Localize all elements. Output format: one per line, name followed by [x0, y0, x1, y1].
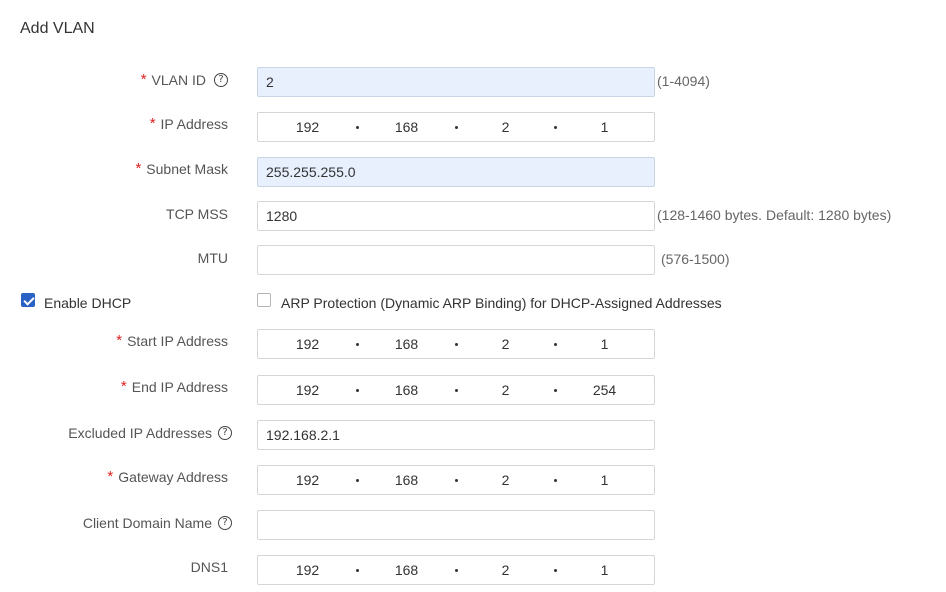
end-ip-octet-3[interactable]: 2: [456, 376, 557, 404]
start-ip-octet-2[interactable]: 168: [357, 330, 458, 358]
gateway-octet-1[interactable]: 192: [258, 466, 359, 494]
arp-protection-label: ARP Protection (Dynamic ARP Binding) for…: [281, 295, 722, 311]
page-title: Add VLAN: [20, 20, 95, 37]
end-ip-octet-2[interactable]: 168: [357, 376, 458, 404]
required-mark: *: [116, 332, 123, 349]
required-mark: *: [135, 160, 142, 177]
start-ip-octet-3[interactable]: 2: [456, 330, 557, 358]
ip-address-label: * IP Address: [150, 112, 228, 136]
end-ip-octet-1[interactable]: 192: [258, 376, 359, 404]
tcp-mss-input[interactable]: [258, 202, 654, 230]
start-ip-label: * Start IP Address: [116, 329, 228, 353]
excluded-ip-input[interactable]: [258, 421, 654, 449]
gateway-field[interactable]: 192 168 2 1: [257, 465, 655, 495]
vlan-id-input[interactable]: [258, 68, 654, 96]
mtu-label: MTU: [197, 250, 228, 266]
vlan-id-label: * VLAN ID ?: [141, 67, 228, 93]
tcp-mss-row: TCP MSS (128-1460 bytes. Default: 1280 b…: [0, 201, 946, 233]
help-icon[interactable]: ?: [214, 73, 228, 87]
help-icon[interactable]: ?: [218, 516, 232, 530]
required-mark: *: [140, 71, 147, 88]
arp-protection-checkbox[interactable]: [257, 293, 271, 307]
dns1-field[interactable]: 192 168 2 1: [257, 555, 655, 585]
excluded-ip-row: Excluded IP Addresses ?: [0, 420, 946, 452]
vlan-id-hint: (1-4094): [657, 73, 710, 89]
end-ip-octet-4[interactable]: 254: [555, 376, 654, 404]
mtu-field[interactable]: [257, 245, 655, 275]
start-ip-label-text: Start IP Address: [127, 333, 228, 349]
gateway-label: * Gateway Address: [107, 465, 228, 489]
tcp-mss-hint: (128-1460 bytes. Default: 1280 bytes): [657, 207, 892, 223]
subnet-mask-input[interactable]: [258, 158, 654, 186]
dns1-octet-1[interactable]: 192: [258, 556, 359, 584]
dns1-octet-2[interactable]: 168: [357, 556, 458, 584]
mtu-hint: (576-1500): [661, 251, 730, 267]
mtu-input[interactable]: [258, 246, 654, 274]
enable-dhcp-label: Enable DHCP: [44, 295, 132, 311]
dns1-label: DNS1: [190, 559, 228, 575]
vlan-id-row: * VLAN ID ? (1-4094): [0, 67, 946, 99]
dns1-octet-4[interactable]: 1: [555, 556, 654, 584]
help-icon[interactable]: ?: [218, 426, 232, 440]
ip-address-row: * IP Address 192 168 2 1: [0, 112, 946, 144]
tcp-mss-field[interactable]: [257, 201, 655, 231]
ip-address-field[interactable]: 192 168 2 1: [257, 112, 655, 142]
dns1-row: DNS1 192 168 2 1: [0, 555, 946, 587]
gateway-octet-2[interactable]: 168: [357, 466, 458, 494]
gateway-row: * Gateway Address 192 168 2 1: [0, 465, 946, 497]
end-ip-field[interactable]: 192 168 2 254: [257, 375, 655, 405]
end-ip-label-text: End IP Address: [131, 379, 228, 395]
end-ip-row: * End IP Address 192 168 2 254: [0, 375, 946, 407]
domain-label: Client Domain Name ?: [83, 510, 232, 536]
gateway-octet-4[interactable]: 1: [555, 466, 654, 494]
domain-field[interactable]: [257, 510, 655, 540]
mtu-row: MTU (576-1500): [0, 245, 946, 277]
subnet-mask-row: * Subnet Mask: [0, 157, 946, 189]
subnet-mask-label-text: Subnet Mask: [146, 161, 228, 177]
excluded-ip-label-text: Excluded IP Addresses: [68, 425, 212, 441]
start-ip-row: * Start IP Address 192 168 2 1: [0, 329, 946, 361]
ip-octet-4[interactable]: 1: [555, 113, 654, 141]
gateway-octet-3[interactable]: 2: [456, 466, 557, 494]
ip-address-label-text: IP Address: [160, 116, 228, 132]
gateway-label-text: Gateway Address: [118, 469, 228, 485]
required-mark: *: [120, 378, 127, 395]
subnet-mask-label: * Subnet Mask: [135, 157, 228, 181]
enable-dhcp-checkbox[interactable]: [21, 293, 35, 307]
start-ip-field[interactable]: 192 168 2 1: [257, 329, 655, 359]
vlan-id-field[interactable]: [257, 67, 655, 97]
domain-label-text: Client Domain Name: [82, 515, 212, 531]
domain-row: Client Domain Name ?: [0, 510, 946, 542]
required-mark: *: [149, 115, 156, 132]
end-ip-label: * End IP Address: [121, 375, 228, 399]
dns1-octet-3[interactable]: 2: [456, 556, 557, 584]
start-ip-octet-1[interactable]: 192: [258, 330, 359, 358]
required-mark: *: [107, 468, 114, 485]
ip-octet-3[interactable]: 2: [456, 113, 557, 141]
excluded-ip-label: Excluded IP Addresses ?: [68, 420, 232, 446]
domain-input[interactable]: [258, 511, 654, 539]
ip-octet-2[interactable]: 168: [357, 113, 458, 141]
excluded-ip-field[interactable]: [257, 420, 655, 450]
subnet-mask-field[interactable]: [257, 157, 655, 187]
vlan-id-label-text: VLAN ID: [151, 72, 206, 88]
tcp-mss-label: TCP MSS: [166, 206, 228, 222]
ip-octet-1[interactable]: 192: [258, 113, 359, 141]
start-ip-octet-4[interactable]: 1: [555, 330, 654, 358]
